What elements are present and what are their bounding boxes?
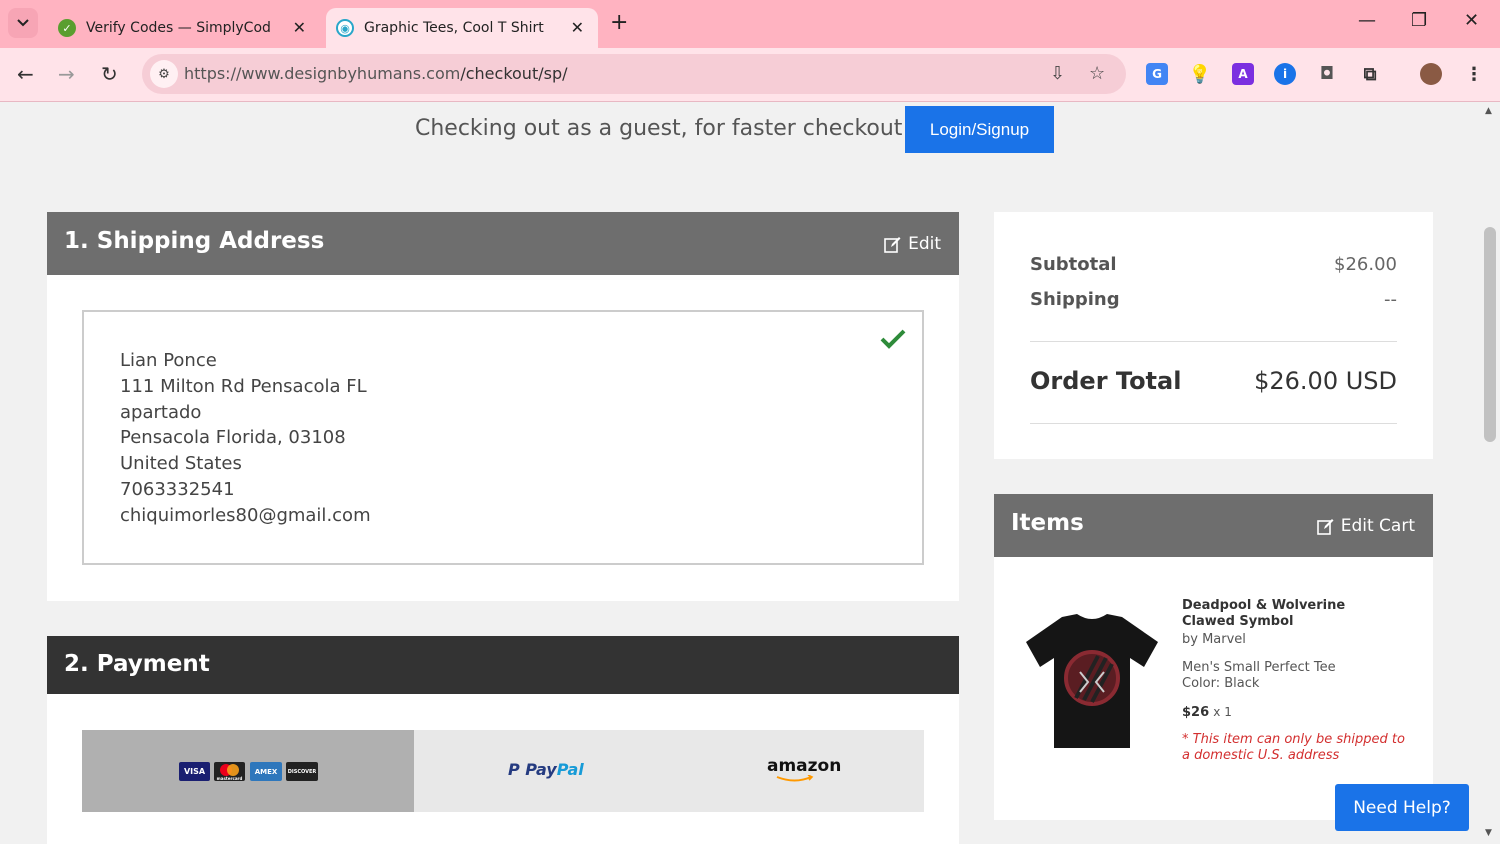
need-help-button[interactable]: Need Help?: [1335, 784, 1469, 831]
address-email: chiquimorles80@gmail.com: [120, 504, 371, 526]
product-price: $26: [1182, 705, 1210, 720]
scrollbar-thumb[interactable]: [1484, 227, 1496, 442]
restore-icon[interactable]: ❐: [1411, 10, 1427, 31]
close-window-icon[interactable]: ✕: [1464, 10, 1479, 31]
edit-shipping-button[interactable]: Edit: [884, 234, 941, 254]
chevron-down-icon: [17, 19, 29, 27]
product-tshirt-image[interactable]: [1022, 612, 1162, 752]
url-path: /checkout/sp/: [460, 64, 568, 83]
address-lines: Lian Ponce 111 Milton Rd Pensacola FL ap…: [120, 348, 371, 529]
tab-title: Verify Codes — SimplyCodes: [86, 20, 271, 36]
url-domain: https://www.designbyhumans.com: [184, 64, 461, 83]
amazon-pay-tab[interactable]: amazon: [767, 756, 842, 782]
scroll-down-icon[interactable]: ▼: [1485, 828, 1492, 838]
order-total-label: Order Total: [1030, 367, 1182, 395]
extension-info-icon[interactable]: i: [1274, 63, 1296, 85]
bookmark-star-icon[interactable]: ☆: [1089, 63, 1105, 84]
discover-icon: DISCOVER: [286, 762, 318, 781]
items-header: Items Edit Cart: [994, 494, 1433, 557]
mastercard-text: mastercard: [216, 776, 243, 781]
tab-strip: ✓ Verify Codes — SimplyCodes ✕ ◉ Graphic…: [0, 0, 1500, 48]
url-text[interactable]: https://www.designbyhumans.com/checkout/…: [184, 64, 567, 83]
product-price-row: $26 x 1: [1182, 704, 1232, 721]
payment-panel: 2. Payment VISA mastercard AMEX DISCOVER…: [47, 636, 959, 844]
address-apt: apartado: [120, 401, 202, 423]
subtotal-label: Subtotal: [1030, 254, 1117, 275]
address-country: United States: [120, 453, 242, 475]
order-total-value: $26.00 USD: [1254, 367, 1397, 395]
order-summary-panel: Subtotal $26.00 Shipping -- Order Total …: [994, 212, 1433, 459]
extension-a-icon[interactable]: A: [1232, 63, 1254, 85]
product-name[interactable]: Deadpool & Wolverine Clawed Symbol: [1182, 598, 1402, 630]
simplycodes-favicon-icon: ✓: [58, 19, 76, 37]
tab-designbyhumans[interactable]: ◉ Graphic Tees, Cool T Shirt Designs ✕: [326, 8, 598, 48]
profile-avatar[interactable]: [1420, 63, 1442, 85]
amazon-text: amazon: [767, 756, 842, 776]
payment-header: 2. Payment: [47, 636, 959, 694]
subtotal-value: $26.00: [1334, 254, 1397, 275]
card-payment-tab[interactable]: VISA mastercard AMEX DISCOVER: [82, 730, 414, 812]
paypal-p-icon: P: [508, 760, 526, 779]
lightbulb-icon[interactable]: 💡: [1189, 63, 1211, 85]
guest-checkout-text: Checking out as a guest, for faster chec…: [415, 116, 903, 141]
paypal-text-1: Pay: [525, 760, 557, 779]
minimize-icon[interactable]: —: [1358, 10, 1376, 31]
items-title: Items: [1011, 510, 1084, 536]
address-city: Pensacola Florida, 03108: [120, 427, 346, 449]
back-icon[interactable]: ←: [17, 62, 34, 86]
edit-icon: [884, 236, 901, 253]
edit-cart-button[interactable]: Edit Cart: [1316, 516, 1415, 536]
amazon-smile-icon: [776, 775, 814, 782]
mastercard-icon: mastercard: [214, 762, 245, 781]
divider: [1030, 423, 1397, 424]
scroll-up-icon[interactable]: ▲: [1485, 106, 1492, 116]
designbyhumans-favicon-icon: ◉: [336, 19, 354, 37]
product-quantity: x 1: [1213, 705, 1232, 719]
site-info-icon[interactable]: ⚙: [150, 60, 178, 88]
checkout-page: Checking out as a guest, for faster chec…: [0, 102, 1480, 844]
edit-label: Edit: [908, 234, 941, 254]
address-phone: 7063332541: [120, 478, 235, 500]
address-bar[interactable]: ⚙ https://www.designbyhumans.com/checkou…: [142, 54, 1126, 94]
close-tab-icon[interactable]: ✕: [293, 18, 306, 37]
product-artist: by Marvel: [1182, 632, 1246, 647]
install-app-icon[interactable]: ⇩: [1050, 63, 1065, 84]
divider: [1030, 341, 1397, 342]
google-translate-icon[interactable]: G: [1146, 63, 1168, 85]
close-tab-icon[interactable]: ✕: [571, 18, 584, 37]
address-street: 111 Milton Rd Pensacola FL: [120, 375, 367, 397]
shipping-address-panel: 1. Shipping Address Edit Lian Ponce 111 …: [47, 212, 959, 601]
payment-method-tabs: VISA mastercard AMEX DISCOVER P PayPal a…: [82, 730, 924, 812]
page-scrollbar[interactable]: ▲ ▼: [1480, 102, 1500, 844]
shipping-title: 1. Shipping Address: [64, 228, 325, 254]
checkmark-icon: [880, 329, 906, 349]
selected-address-card[interactable]: Lian Ponce 111 Milton Rd Pensacola FL ap…: [82, 310, 924, 565]
edit-icon: [1316, 518, 1334, 535]
tab-simplycodes[interactable]: ✓ Verify Codes — SimplyCodes ✕: [48, 8, 320, 48]
product-color: Color: Black: [1182, 676, 1260, 691]
shipping-value: --: [1384, 289, 1397, 310]
menu-kebab-icon[interactable]: ⋮: [1463, 63, 1485, 85]
tab-search-button[interactable]: [8, 8, 38, 38]
edit-cart-label: Edit Cart: [1340, 516, 1415, 536]
forward-icon[interactable]: →: [58, 62, 75, 86]
address-name: Lian Ponce: [120, 350, 217, 371]
tab-title: Graphic Tees, Cool T Shirt Designs: [364, 20, 549, 36]
new-tab-button[interactable]: +: [610, 10, 628, 35]
amex-icon: AMEX: [250, 762, 282, 781]
product-style: Men's Small Perfect Tee: [1182, 660, 1336, 675]
payment-title: 2. Payment: [64, 651, 210, 677]
extensions-puzzle-icon[interactable]: ⧉: [1359, 63, 1381, 85]
items-panel: Items Edit Cart Deadpool & Wolverine Cla…: [994, 494, 1433, 820]
reload-icon[interactable]: ↻: [101, 62, 118, 86]
shipping-restriction-warning: * This item can only be shipped to a dom…: [1182, 732, 1405, 763]
paypal-text-2: Pal: [556, 760, 584, 779]
shipping-label: Shipping: [1030, 289, 1120, 310]
shipping-header: 1. Shipping Address Edit: [47, 212, 959, 275]
login-signup-button[interactable]: Login/Signup: [905, 106, 1054, 153]
extension-robot-icon[interactable]: ◘: [1316, 63, 1338, 85]
paypal-tab[interactable]: P PayPal: [508, 760, 584, 779]
visa-icon: VISA: [179, 762, 210, 781]
